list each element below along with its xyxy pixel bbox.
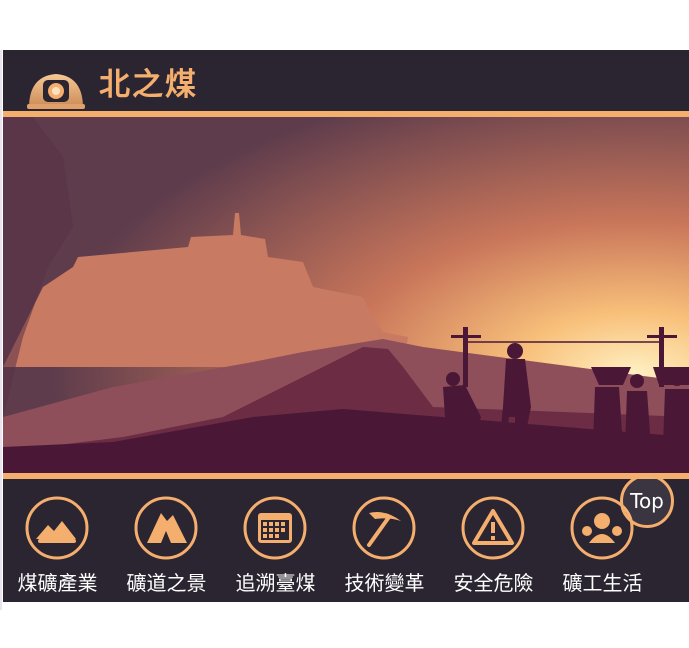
nav-label: 安全危險	[453, 571, 534, 595]
page-frame: 北之煤 煤礦產業 礦道之景 追溯臺煤 技術變革 安全危險 礦工生活	[3, 50, 689, 602]
hero-banner-image	[3, 117, 689, 473]
mountain-icon	[134, 496, 198, 560]
main-nav: 煤礦產業 礦道之景 追溯臺煤 技術變革 安全危險 礦工生活	[3, 481, 689, 602]
nav-item-technology[interactable]: 技術變革	[330, 481, 439, 602]
nav-label: 技術變革	[344, 571, 425, 595]
nav-label: 追溯臺煤	[235, 571, 316, 595]
nav-label: 礦道之景	[126, 571, 207, 595]
nav-item-tunnel-scenery[interactable]: 礦道之景	[112, 481, 221, 602]
hero-divider	[3, 473, 689, 479]
nav-item-safety[interactable]: 安全危險	[439, 481, 548, 602]
warning-icon	[461, 496, 525, 560]
back-to-top-button[interactable]: Top	[620, 474, 674, 528]
nav-label: 煤礦產業	[17, 571, 98, 595]
site-logo-text[interactable]: 北之煤	[99, 70, 198, 101]
calendar-icon	[243, 496, 307, 560]
nav-label: 礦工生活	[562, 571, 643, 595]
miner-helmet-logo-icon	[27, 74, 85, 109]
mine-landscape-icon	[25, 496, 89, 560]
nav-item-coal-industry[interactable]: 煤礦產業	[3, 481, 112, 602]
site-header: 北之煤	[3, 50, 689, 110]
pickaxe-icon	[352, 496, 416, 560]
nav-item-trace-history[interactable]: 追溯臺煤	[221, 481, 330, 602]
left-border	[0, 50, 2, 610]
